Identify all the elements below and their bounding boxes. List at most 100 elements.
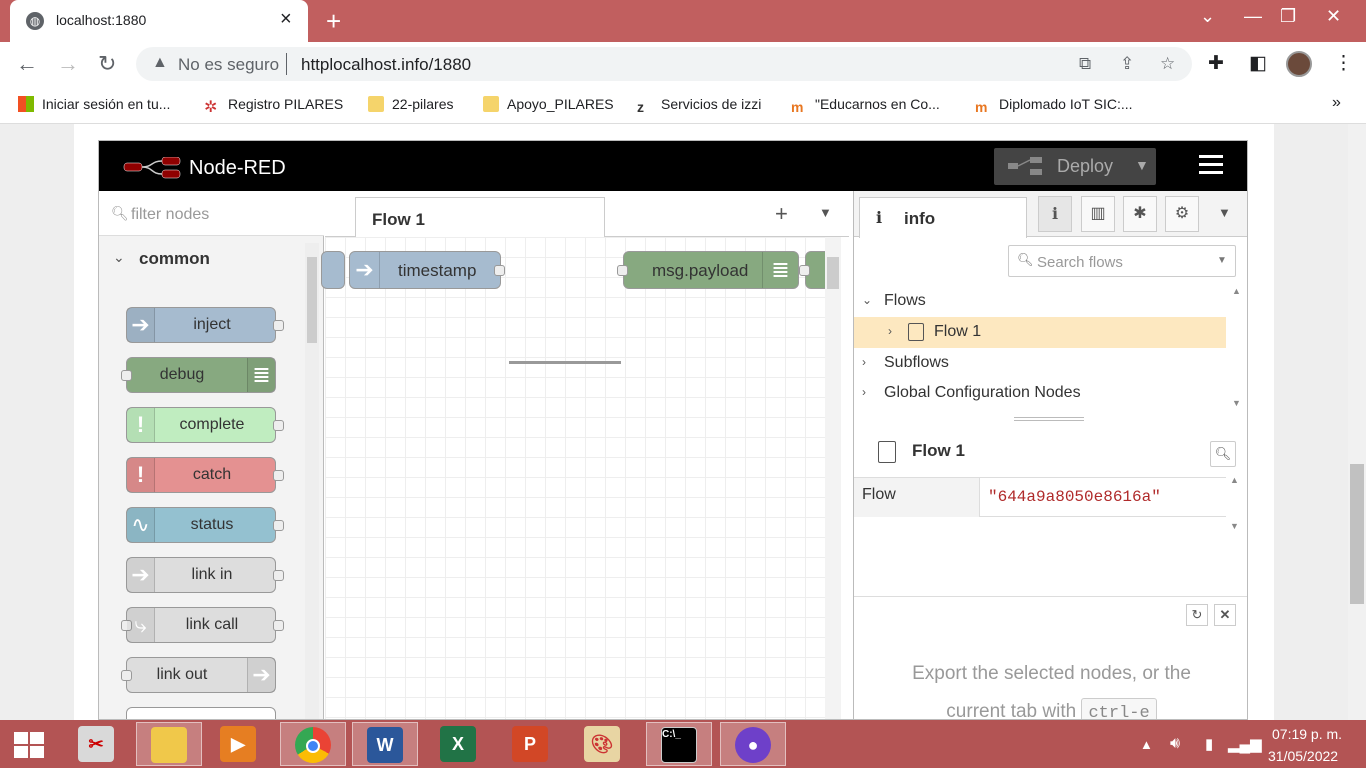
show-hidden-icons[interactable]: ▲ (1140, 737, 1153, 752)
url-text[interactable]: httplocalhost.info/1880 (301, 55, 471, 75)
page-scroll-thumb[interactable] (1350, 464, 1364, 604)
bookmark-item[interactable]: Apoyo_PILARES (483, 96, 614, 112)
chevron-down-icon[interactable]: ⌄ (862, 293, 872, 307)
battery-icon[interactable]: ▮ (1205, 735, 1213, 753)
warning-icon[interactable]: ▲ (152, 54, 168, 72)
bookmark-item[interactable]: ✲ Registro PILARES (204, 96, 343, 116)
bookmark-item[interactable]: z Servicios de izzi (637, 96, 761, 115)
share-icon[interactable]: ⇪ (1120, 54, 1134, 74)
taskbar-excel[interactable]: X (426, 722, 492, 766)
chevron-right-icon[interactable]: › (862, 355, 866, 369)
book-icon[interactable]: ▥ (1081, 196, 1115, 232)
chrome-menu-icon[interactable]: ⋮ (1334, 52, 1353, 75)
output-port[interactable] (494, 265, 505, 276)
workspace-scrollbar[interactable] (825, 237, 841, 719)
palette-node-catch[interactable]: ! catch (126, 457, 284, 493)
bookmark-item[interactable]: 22-pilares (368, 96, 453, 112)
taskbar-paint[interactable]: 🎨︎ (570, 722, 636, 766)
security-label[interactable]: No es seguro (178, 55, 279, 75)
main-menu-button[interactable] (1199, 155, 1223, 179)
palette-scroll-thumb[interactable] (307, 257, 317, 343)
input-port[interactable] (799, 265, 810, 276)
flow-node-partial[interactable] (321, 251, 345, 289)
taskbar-word[interactable]: W (352, 722, 418, 766)
taskbar-snipping-tool[interactable]: ✂ (64, 722, 130, 766)
tab-flow-1[interactable]: Flow 1 (355, 197, 605, 238)
volume-icon[interactable]: 🔊︎ (1170, 735, 1180, 753)
palette-node-inject[interactable]: ➔ inject (126, 307, 284, 343)
info-tab-button[interactable]: i (1038, 196, 1072, 232)
palette-node-link-out[interactable]: link out ➔ (121, 657, 276, 693)
taskbar-chrome[interactable] (280, 722, 346, 766)
tab-info[interactable]: i info (859, 197, 1027, 238)
flow-list-menu-icon[interactable]: ▼ (819, 205, 832, 220)
windows-start-icon[interactable] (14, 732, 46, 758)
deploy-button[interactable]: Deploy ▼ (994, 148, 1156, 185)
add-flow-button[interactable]: + (775, 201, 788, 227)
palette-node-link-call[interactable]: ⤷ link call (121, 607, 284, 643)
more-bookmarks-button[interactable]: » (1332, 94, 1341, 112)
taskbar-powerpoint[interactable]: P (498, 722, 564, 766)
palette-node-complete[interactable]: ! complete (126, 407, 284, 443)
bookmark-item[interactable]: m Diplomado IoT SIC:... (975, 96, 1133, 115)
filter-nodes-input[interactable]: 🔍︎ filter nodes (99, 191, 324, 236)
gear-icon[interactable]: ⚙ (1165, 196, 1199, 232)
clock-time[interactable]: 07:19 p. m. (1272, 726, 1342, 742)
address-bar[interactable]: ▲ No es seguro httplocalhost.info/1880 ⧉… (136, 47, 1192, 81)
sidebar-resize-handle[interactable] (1014, 417, 1084, 421)
taskbar-media-player[interactable]: ▶ (206, 722, 272, 766)
tree-item-subflows[interactable]: › Subflows (854, 348, 1226, 379)
tree-item-flows[interactable]: ⌄ Flows (854, 286, 1226, 317)
tree-item-flow-1[interactable]: › Flow 1 (854, 317, 1226, 348)
workspace-canvas[interactable]: ➔ timestamp msg.payload ≣ (321, 237, 835, 719)
taskbar-github-desktop[interactable]: ● (720, 722, 786, 766)
forward-button[interactable]: → (57, 51, 79, 77)
flow-wire[interactable] (509, 361, 621, 364)
taskbar-file-explorer[interactable] (136, 722, 202, 766)
flow-node-msg-payload[interactable]: msg.payload ≣ (617, 251, 799, 289)
scroll-up-icon[interactable]: ▲ (1232, 286, 1241, 296)
palette-node-status[interactable]: ∿ status (126, 507, 284, 543)
refresh-icon[interactable]: ↻ (1186, 604, 1208, 626)
palette-node-partial[interactable] (126, 707, 276, 719)
bookmark-star-icon[interactable]: ☆ (1160, 54, 1175, 74)
profile-avatar[interactable] (1286, 51, 1312, 77)
scroll-up-icon[interactable]: ▲ (1230, 475, 1239, 485)
palette-node-link-in[interactable]: ➔ link in (126, 557, 284, 593)
side-panel-icon[interactable]: ◧ (1249, 52, 1267, 75)
browser-tab[interactable]: ◍ localhost:1880 × (10, 0, 308, 42)
sidebar-menu-icon[interactable]: ▼ (1218, 205, 1231, 220)
minimize-button[interactable]: — (1244, 6, 1262, 27)
page-scrollbar[interactable] (1348, 124, 1366, 720)
chevron-right-icon[interactable]: › (888, 324, 892, 338)
search-flows-input[interactable]: 🔍︎ Search flows ▼ (1008, 245, 1236, 277)
workspace-scroll-thumb[interactable] (827, 257, 839, 289)
flow-node-timestamp[interactable]: ➔ timestamp (349, 251, 505, 289)
close-tab-icon[interactable]: × (280, 8, 292, 31)
tree-item-global-config[interactable]: › Global Configuration Nodes (854, 378, 1226, 409)
input-port[interactable] (617, 265, 628, 276)
chevron-right-icon[interactable]: › (862, 385, 866, 399)
chevron-down-icon[interactable]: ▼ (1217, 255, 1227, 266)
translate-icon[interactable]: ⧉ (1079, 54, 1091, 74)
new-tab-button[interactable]: + (326, 6, 341, 37)
reload-button[interactable]: ↻ (98, 51, 116, 77)
bookmark-item[interactable]: Iniciar sesión en tu... (18, 96, 170, 112)
tab-search-icon[interactable]: ⌄ (1200, 6, 1215, 27)
deploy-caret-icon[interactable]: ▼ (1135, 157, 1149, 173)
back-button[interactable]: ← (16, 51, 38, 77)
close-window-button[interactable]: ✕ (1326, 6, 1341, 27)
bookmark-item[interactable]: m "Educarnos en Co... (791, 96, 940, 115)
palette-node-debug[interactable]: debug ≣ (121, 357, 276, 393)
tree-scrollbar[interactable]: ▲ ▼ (1230, 286, 1244, 411)
search-icon[interactable]: 🔍︎ (1210, 441, 1236, 467)
palette-category-header[interactable]: ⌄ common (99, 237, 304, 281)
restore-button[interactable]: ❐ (1280, 6, 1296, 27)
taskbar-command-prompt[interactable]: C:\_ (646, 722, 712, 766)
palette-scrollbar[interactable] (305, 243, 319, 719)
scroll-down-icon[interactable]: ▼ (1230, 521, 1239, 531)
extensions-icon[interactable]: ✚ (1208, 52, 1224, 75)
bug-icon[interactable]: ✱ (1123, 196, 1157, 232)
scroll-down-icon[interactable]: ▼ (1232, 398, 1241, 408)
close-icon[interactable]: ✕ (1214, 604, 1236, 626)
